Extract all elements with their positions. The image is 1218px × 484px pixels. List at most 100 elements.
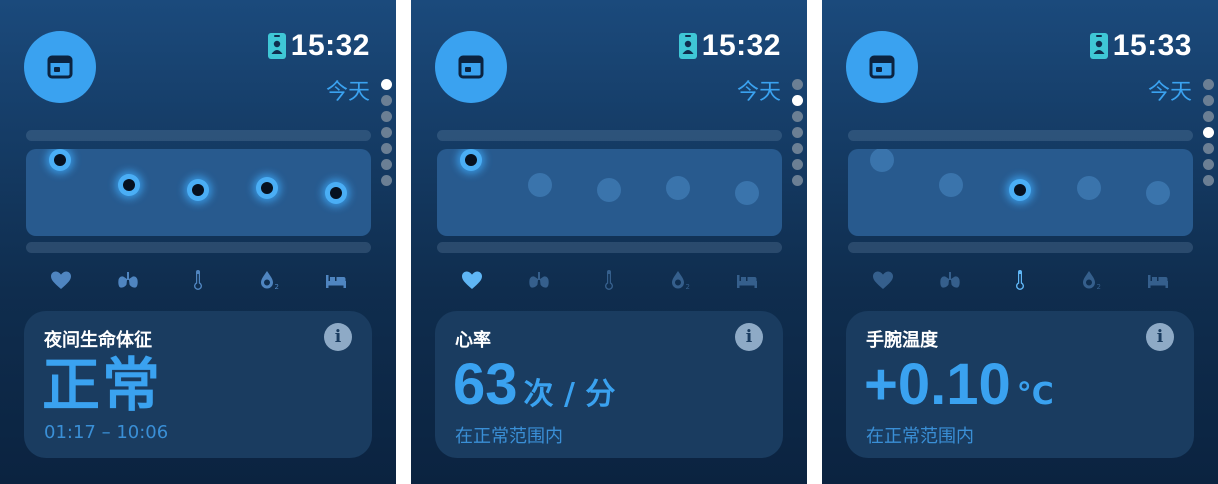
vitals-point (870, 149, 894, 172)
day-label[interactable]: 今天 (1148, 74, 1192, 106)
calendar-window-icon (458, 55, 484, 79)
info-button[interactable]: i (324, 323, 352, 351)
info-button[interactable]: i (1146, 323, 1174, 351)
heart-rate-card: 心率 i 63 次 / 分 在正常范围内 (435, 311, 783, 458)
watch-screens: 15:32 今天 2 夜间生命体征 i 正常 01:17 – 10:06 15:… (0, 0, 1218, 484)
page-dot[interactable] (1203, 79, 1214, 90)
heart-icon[interactable] (869, 266, 897, 294)
page-dot[interactable] (1203, 127, 1214, 138)
blood-oxygen-icon[interactable]: 2 (1077, 266, 1105, 294)
page-dot[interactable] (381, 79, 392, 90)
range-bar-top (26, 130, 371, 141)
card-value-row: 正常 (42, 351, 168, 419)
wrist-temperature-screen: 15:33 今天 2 手腕温度 i +0.10 °C 在正常范围内 (822, 0, 1218, 484)
thermometer-icon[interactable] (184, 266, 212, 294)
page-dot[interactable] (1203, 175, 1214, 186)
vitals-point (597, 178, 621, 202)
blood-oxygen-icon[interactable]: 2 (255, 266, 283, 294)
calendar-window-icon (47, 55, 73, 79)
page-dot[interactable] (381, 175, 392, 186)
range-bar-top (437, 130, 782, 141)
bed-icon[interactable] (322, 266, 350, 294)
thermometer-icon[interactable] (595, 266, 623, 294)
card-unit: °C (1016, 377, 1054, 412)
vitals-point (1077, 176, 1101, 200)
vitals-point (253, 174, 281, 202)
page-dot[interactable] (792, 79, 803, 90)
page-dot[interactable] (381, 95, 392, 106)
page-dot[interactable] (381, 159, 392, 170)
card-title: 夜间生命体征 (44, 330, 152, 351)
page-dot[interactable] (1203, 143, 1214, 154)
vitals-point (1146, 181, 1170, 205)
lungs-icon[interactable] (525, 266, 553, 294)
page-dot[interactable] (381, 127, 392, 138)
app-button[interactable] (24, 31, 96, 103)
range-bar-bottom (26, 242, 371, 253)
page-dot[interactable] (792, 111, 803, 122)
bed-icon[interactable] (733, 266, 761, 294)
day-label[interactable]: 今天 (737, 74, 781, 106)
svg-text:2: 2 (275, 283, 279, 291)
status-clock: 15:33 (1089, 28, 1192, 64)
calendar-window-icon (869, 55, 895, 79)
vitals-point (115, 171, 143, 199)
badge-person-icon (678, 31, 698, 61)
vitals-point (184, 176, 212, 204)
card-subtitle: 在正常范围内 (455, 426, 563, 447)
page-dot[interactable] (792, 95, 803, 106)
status-clock: 15:32 (267, 28, 370, 64)
page-indicator (1203, 79, 1215, 191)
lungs-icon[interactable] (114, 266, 142, 294)
bed-icon[interactable] (1144, 266, 1172, 294)
page-dot[interactable] (1203, 95, 1214, 106)
badge-person-icon (1089, 31, 1109, 61)
page-dot[interactable] (792, 143, 803, 154)
card-subtitle: 在正常范围内 (866, 426, 974, 447)
page-indicator (381, 79, 393, 191)
heart-icon[interactable] (458, 266, 486, 294)
page-dot[interactable] (381, 111, 392, 122)
vitals-point (1006, 176, 1034, 204)
vitals-card: 夜间生命体征 i 正常 01:17 – 10:06 (24, 311, 372, 458)
vitals-point (939, 173, 963, 197)
normal-range-band (848, 149, 1193, 236)
range-bar-top (848, 130, 1193, 141)
page-dot[interactable] (792, 175, 803, 186)
svg-text:2: 2 (1097, 283, 1101, 291)
vitals-points (457, 149, 759, 205)
time-label: 15:33 (1112, 29, 1192, 62)
vitals-point (322, 179, 350, 207)
lungs-icon[interactable] (936, 266, 964, 294)
info-button[interactable]: i (735, 323, 763, 351)
heart-icon[interactable] (47, 266, 75, 294)
page-dot[interactable] (1203, 159, 1214, 170)
time-label: 15:32 (290, 29, 370, 62)
vitals-points (870, 149, 1170, 205)
metric-selector: 2 (437, 262, 782, 298)
vitals-points (46, 149, 350, 207)
svg-text:2: 2 (686, 283, 690, 291)
card-value-row: +0.10 °C (864, 351, 1054, 419)
page-dot[interactable] (381, 143, 392, 154)
day-label[interactable]: 今天 (326, 74, 370, 106)
card-title: 手腕温度 (866, 330, 938, 351)
vitals-point (46, 149, 74, 174)
vitals-point (528, 173, 552, 197)
metric-selector: 2 (848, 262, 1193, 298)
status-clock: 15:32 (678, 28, 781, 64)
normal-range-band (437, 149, 782, 236)
normal-range-band (26, 149, 371, 236)
page-dot[interactable] (1203, 111, 1214, 122)
app-button[interactable] (435, 31, 507, 103)
badge-person-icon (267, 31, 287, 61)
blood-oxygen-icon[interactable]: 2 (666, 266, 694, 294)
thermometer-icon[interactable] (1006, 266, 1034, 294)
wrist-temperature-card: 手腕温度 i +0.10 °C 在正常范围内 (846, 311, 1194, 458)
card-value: +0.10 (864, 352, 1011, 417)
page-dot[interactable] (792, 159, 803, 170)
app-button[interactable] (846, 31, 918, 103)
card-value: 正常 (42, 351, 163, 419)
card-title: 心率 (455, 330, 491, 351)
page-dot[interactable] (792, 127, 803, 138)
